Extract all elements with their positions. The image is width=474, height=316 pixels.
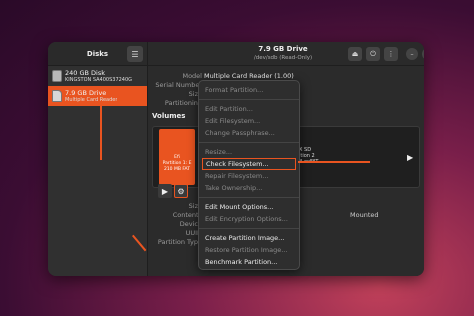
sidebar-header: Disks ☰ [48, 42, 147, 66]
menu-item-change-passphrase[interactable]: Change Passphrase... [199, 127, 299, 139]
menu-separator [199, 99, 299, 100]
hamburger-menu-icon[interactable]: ☰ [127, 46, 143, 62]
mounted-status: Mounted [350, 211, 379, 219]
disk-model: Multiple Card Reader [65, 97, 118, 103]
window-title: 7.9 GB Drive [258, 45, 308, 53]
size-label: Size [188, 90, 202, 98]
window-subtitle: /dev/sdb (Read-Only) [253, 55, 313, 61]
menu-item-take-ownership[interactable]: Take Ownership... [199, 182, 299, 194]
menu-item-benchmark-partition[interactable]: Benchmark Partition... [199, 256, 299, 268]
sidebar: Disks ☰ 240 GB Disk KINGSTON SA400S37240… [48, 42, 148, 276]
menu-item-edit-partition[interactable]: Edit Partition... [199, 103, 299, 115]
menu-item-repair-filesystem[interactable]: Repair Filesystem... [199, 170, 299, 182]
annotation-arrow-sidebar [100, 102, 102, 160]
detail-size-label: Size [188, 202, 202, 210]
menu-separator [199, 142, 299, 143]
power-icon[interactable]: ⏻ [366, 47, 380, 61]
menu-item-restore-partition-image[interactable]: Restore Partition Image... [199, 244, 299, 256]
menu-separator [199, 197, 299, 198]
play-icon[interactable]: ▶ [407, 153, 413, 162]
menu-item-check-filesystem[interactable]: Check Filesystem... [202, 158, 296, 170]
disk-model: KINGSTON SA400S37240G [65, 77, 133, 83]
detail-contents-label: Contents [172, 211, 202, 219]
partition-context-menu: Format Partition... Edit Partition... Edit… [198, 80, 300, 270]
menu-item-edit-mount-options[interactable]: Edit Mount Options... [199, 201, 299, 213]
model-value: Multiple Card Reader (1.00) [204, 72, 294, 80]
partitioning-label: Partitioning [164, 99, 202, 107]
serial-label: Serial Number [155, 81, 202, 89]
menu-item-resize[interactable]: Resize... [199, 146, 299, 158]
mount-play-icon[interactable]: ▶ [158, 184, 172, 198]
menu-item-create-partition-image[interactable]: Create Partition Image... [199, 232, 299, 244]
menu-item-edit-encryption-options[interactable]: Edit Encryption Options... [199, 213, 299, 225]
detail-device-label: Device [179, 220, 202, 228]
hard-disk-icon [52, 70, 62, 82]
menu-item-format-partition[interactable]: Format Partition... [199, 84, 299, 96]
detail-partition-type-label: Partition Type [157, 238, 202, 246]
maximize-button[interactable]: □ [422, 48, 424, 60]
disk-name: 240 GB Disk [65, 69, 105, 77]
annotation-arrow-menu [298, 161, 370, 163]
disk-item-240gb[interactable]: 240 GB Disk KINGSTON SA400S37240G [48, 66, 147, 86]
header-bar: 7.9 GB Drive /dev/sdb (Read-Only) ⏏ ⏻ ⋮ … [148, 42, 424, 66]
sidebar-title: Disks [86, 49, 109, 58]
partition-text-3: 210 MB FAT [163, 167, 191, 172]
sd-card-icon [52, 90, 62, 102]
gear-icon[interactable]: ⚙ [174, 184, 188, 198]
detail-uuid-label: UUID [185, 229, 202, 237]
volumes-heading: Volumes [152, 112, 186, 120]
model-label: Model [182, 72, 202, 80]
menu-separator [199, 228, 299, 229]
partition-1-block[interactable]: Efi Partition 1: E 210 MB FAT [159, 129, 195, 185]
kebab-menu-icon[interactable]: ⋮ [384, 47, 398, 61]
menu-item-edit-filesystem[interactable]: Edit Filesystem... [199, 115, 299, 127]
disk-name: 7.9 GB Drive [65, 89, 107, 97]
eject-icon[interactable]: ⏏ [348, 47, 362, 61]
minimize-button[interactable]: – [406, 48, 418, 60]
disk-item-7-9gb[interactable]: 7.9 GB Drive Multiple Card Reader [48, 86, 147, 106]
